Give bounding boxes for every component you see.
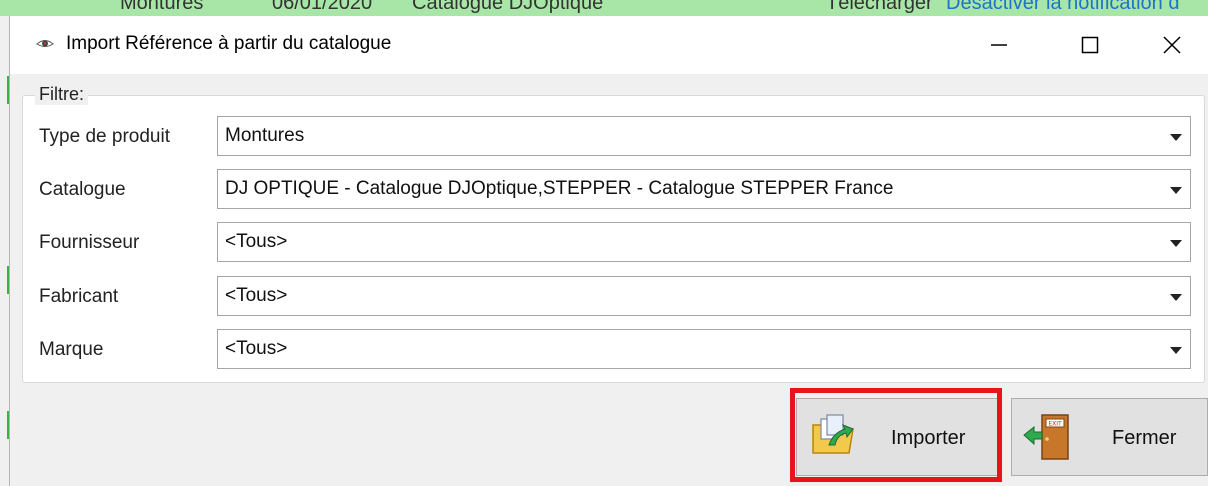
import-dialog: Import Référence à partir du catalogue F… <box>9 16 1208 486</box>
product-type-value: Montures <box>225 125 305 146</box>
brand-value: <Tous> <box>225 338 288 359</box>
minimize-button[interactable] <box>963 16 1035 74</box>
chevron-down-icon[interactable] <box>1170 187 1182 194</box>
folder-import-icon <box>809 411 859 466</box>
manufacturer-label: Fabricant <box>39 286 119 307</box>
maximize-icon <box>1081 36 1099 54</box>
import-button[interactable]: Importer <box>796 398 999 476</box>
supplier-value: <Tous> <box>225 231 288 252</box>
background-text: Télécharger <box>826 0 933 14</box>
product-type-label: Type de produit <box>39 126 170 147</box>
filter-group: Filtre: Type de produit Montures Catalog… <box>22 84 1205 383</box>
svg-text:EXIT: EXIT <box>1048 421 1062 428</box>
minimize-icon <box>991 44 1007 46</box>
background-cell: Catalogue DJOptique <box>412 0 604 14</box>
brand-select[interactable]: <Tous> <box>217 329 1191 369</box>
background-cell: Montures <box>120 0 204 14</box>
close-window-button[interactable] <box>1136 16 1208 74</box>
background-link: Désactiver la notification d <box>946 0 1180 14</box>
close-icon <box>1163 36 1181 54</box>
catalogue-label: Catalogue <box>39 179 126 200</box>
window-title: Import Référence à partir du catalogue <box>66 33 392 54</box>
brand-label: Marque <box>39 339 104 360</box>
manufacturer-value: <Tous> <box>225 285 288 306</box>
title-bar: Import Référence à partir du catalogue <box>10 16 1208 74</box>
background-app-edge <box>0 16 9 486</box>
catalogue-value: DJ OPTIQUE - Catalogue DJOptique,STEPPER… <box>225 178 894 199</box>
close-button-label: Fermer <box>1112 427 1177 449</box>
exit-door-icon: EXIT <box>1020 409 1076 470</box>
manufacturer-select[interactable]: <Tous> <box>217 276 1191 316</box>
chevron-down-icon[interactable] <box>1170 240 1182 247</box>
catalogue-select[interactable]: DJ OPTIQUE - Catalogue DJOptique,STEPPER… <box>217 169 1191 209</box>
background-app-row: Montures 06/01/2020 Catalogue DJOptique … <box>0 0 1208 16</box>
filter-legend: Filtre: <box>35 84 88 105</box>
chevron-down-icon[interactable] <box>1170 347 1182 354</box>
close-button[interactable]: EXIT Fermer <box>1011 398 1208 476</box>
chevron-down-icon[interactable] <box>1170 134 1182 141</box>
supplier-select[interactable]: <Tous> <box>217 222 1191 262</box>
background-cell: 06/01/2020 <box>272 0 373 14</box>
import-button-label: Importer <box>891 427 966 449</box>
supplier-label: Fournisseur <box>39 232 140 253</box>
product-type-select[interactable]: Montures <box>217 116 1191 156</box>
eye-icon <box>36 36 54 50</box>
chevron-down-icon[interactable] <box>1170 294 1182 301</box>
maximize-button[interactable] <box>1054 16 1126 74</box>
